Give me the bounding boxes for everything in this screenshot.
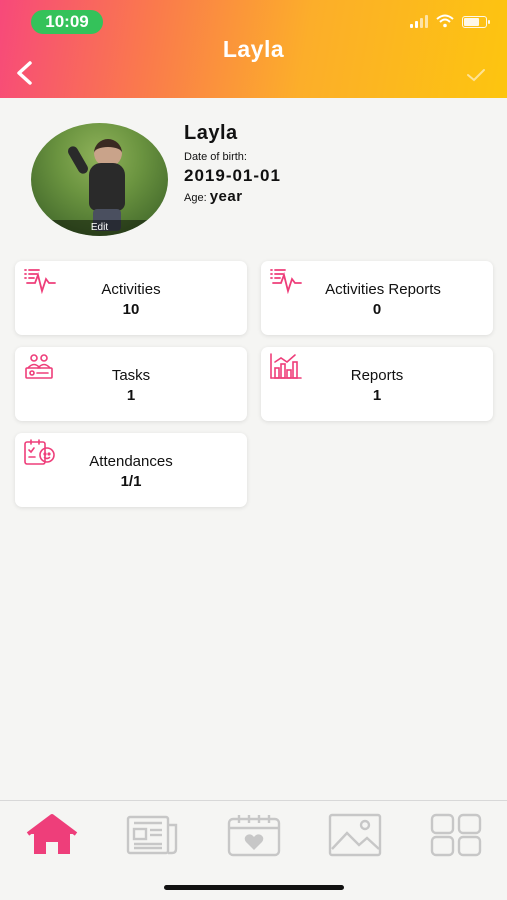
dob-value: 2019-01-01 (184, 166, 281, 185)
card-reports[interactable]: Reports 1 (261, 347, 493, 421)
card-value: 10 (122, 301, 140, 318)
dob-label: Date of birth: (184, 151, 247, 163)
card-value: 1 (372, 387, 382, 404)
card-activities[interactable]: Activities 10 (15, 261, 247, 335)
age-value: year (209, 188, 243, 205)
page-title: Layla (222, 36, 285, 62)
avatar[interactable]: Edit (31, 123, 168, 236)
newspaper-icon[interactable] (124, 813, 180, 857)
card-value: 1/1 (120, 473, 142, 490)
signal-icon (410, 14, 428, 28)
card-label: Tasks (111, 367, 151, 384)
avatar-edit-label[interactable]: Edit (31, 220, 168, 236)
card-tasks[interactable]: Tasks 1 (15, 347, 247, 421)
grid-icon[interactable] (428, 813, 484, 857)
card-attendances[interactable]: Attendances 1/1 (15, 433, 247, 507)
gallery-icon[interactable] (327, 813, 383, 857)
header-bar: 10:09 Layla (0, 0, 507, 98)
home-icon[interactable] (24, 813, 80, 857)
status-time: 10:09 (31, 10, 103, 34)
calendar-heart-icon[interactable] (226, 813, 282, 857)
home-indicator (164, 885, 344, 890)
card-label: Reports (350, 367, 404, 384)
card-label: Attendances (89, 453, 173, 470)
wifi-icon (436, 14, 454, 28)
card-label: Activities Reports (325, 281, 441, 298)
age-row: Age: year (184, 188, 243, 205)
back-button[interactable] (10, 58, 38, 88)
card-value: 0 (372, 301, 382, 318)
card-activities-reports[interactable]: Activities Reports 0 (261, 261, 493, 335)
card-value: 1 (126, 387, 136, 404)
battery-icon (462, 16, 490, 28)
save-check-button[interactable] (465, 66, 487, 84)
age-label: Age: (184, 192, 207, 204)
status-icons (410, 14, 490, 28)
child-name: Layla (184, 122, 238, 144)
card-label: Activities (101, 281, 161, 298)
